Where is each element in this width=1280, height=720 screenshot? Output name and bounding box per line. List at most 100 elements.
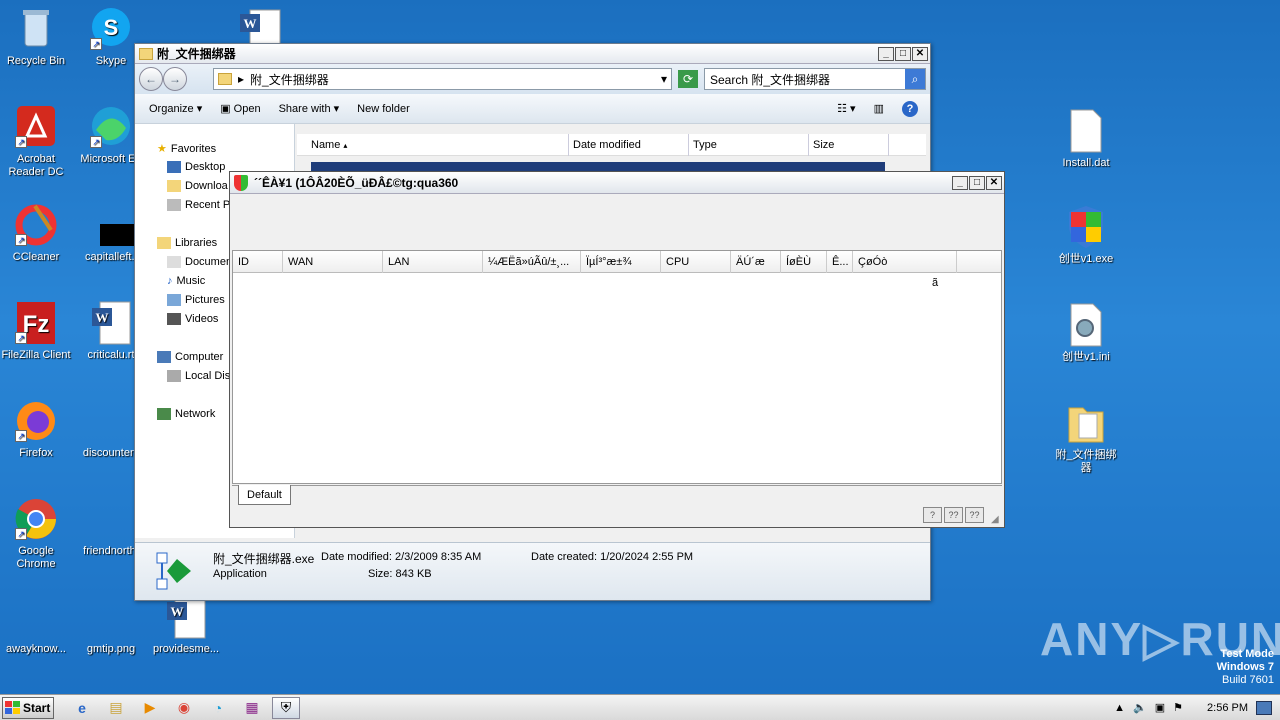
- nav-pictures[interactable]: Pictures: [167, 294, 225, 306]
- client-list-grid[interactable]: ID WAN LAN ¼ÆËã»úÃû/±¸... ÏµÍ³°æ±¾ CPU Ä…: [232, 250, 1002, 484]
- breadcrumb[interactable]: 附_文件捆绑器: [250, 71, 329, 88]
- desktop-icon-gmtip[interactable]: gmtip.png: [75, 594, 147, 656]
- preview-pane-icon[interactable]: ▥: [874, 102, 884, 115]
- tab-default[interactable]: Default: [238, 485, 291, 505]
- column-date-modified[interactable]: Date modified: [569, 134, 689, 156]
- explorer-icon[interactable]: ▤: [102, 697, 130, 719]
- settings-file-icon: [1063, 302, 1109, 348]
- desktop-icon-recycle-bin[interactable]: Recycle Bin: [0, 6, 72, 68]
- open-button[interactable]: ▣ Open: [220, 102, 260, 115]
- grid-column[interactable]: WAN: [283, 251, 383, 273]
- action-center-flag-icon[interactable]: ⚑: [1173, 701, 1183, 714]
- winrar-icon[interactable]: ▦: [238, 697, 266, 719]
- new-folder-button[interactable]: New folder: [357, 103, 410, 115]
- nav-favorites[interactable]: ★ Favorites: [157, 142, 216, 156]
- shield-app-icon[interactable]: ⛨: [272, 696, 300, 719]
- desktop-icon-providesme[interactable]: W providesme...: [150, 594, 222, 656]
- grid-column[interactable]: ÏµÍ³°æ±¾: [581, 251, 661, 273]
- svg-text:W: W: [96, 310, 109, 325]
- desktop-icon-acrobat[interactable]: ↗ Acrobat Reader DC: [0, 104, 72, 179]
- grid-column[interactable]: LAN: [383, 251, 483, 273]
- show-hidden-icons-icon[interactable]: ▲: [1114, 702, 1125, 714]
- resize-grip-icon[interactable]: ◢: [991, 514, 1003, 526]
- address-dropdown-icon[interactable]: ▾: [661, 72, 667, 86]
- file-icon: [88, 398, 134, 444]
- status-box: ??: [944, 507, 963, 523]
- volume-icon[interactable]: 🔈: [1133, 701, 1147, 714]
- desktop-icon-folder[interactable]: 附_文件捆绑器: [1050, 400, 1122, 475]
- grid-column[interactable]: ID: [233, 251, 283, 273]
- app-dialog-window[interactable]: ´´ÊÀ¥1 (1ÔÂ20ÈÕ_üÐÂ£©tg:qua360 _ □ ✕ ID …: [229, 171, 1005, 528]
- network-icon[interactable]: ▣: [1155, 701, 1165, 714]
- breadcrumb-chevron-icon[interactable]: ▸: [238, 72, 244, 86]
- view-options-icon[interactable]: ☷ ▾: [837, 102, 855, 115]
- word-doc-icon[interactable]: W: [238, 8, 284, 45]
- nav-music[interactable]: ♪ Music: [167, 275, 205, 287]
- address-bar[interactable]: ▸ 附_文件捆绑器 ▾: [213, 68, 672, 90]
- show-desktop-icon[interactable]: [1256, 700, 1272, 715]
- grid-column[interactable]: CPU: [661, 251, 731, 273]
- documents-icon: [167, 256, 181, 268]
- grid-column[interactable]: ÍøÈÙ: [781, 251, 827, 273]
- nav-network[interactable]: Network: [157, 408, 215, 420]
- date-created-value: 1/20/2024 2:55 PM: [600, 551, 694, 563]
- search-icon[interactable]: ⌕: [905, 69, 925, 89]
- grid-column[interactable]: ÇøÓò: [853, 251, 957, 273]
- column-size[interactable]: Size: [809, 134, 889, 156]
- nav-downloads[interactable]: Downloa: [167, 180, 228, 192]
- share-with-button[interactable]: Share with ▾: [279, 102, 340, 115]
- dialog-titlebar[interactable]: ´´ÊÀ¥1 (1ÔÂ20ÈÕ_üÐÂ£©tg:qua360 _ □ ✕: [230, 172, 1004, 194]
- status-box: ??: [965, 507, 984, 523]
- nav-videos[interactable]: Videos: [167, 313, 218, 325]
- maximize-button[interactable]: □: [895, 46, 911, 61]
- edge-icon[interactable]: ◔: [204, 697, 232, 719]
- column-type[interactable]: Type: [689, 134, 809, 156]
- size-value: 843 KB: [395, 568, 432, 580]
- firefox-icon: ↗: [13, 398, 59, 444]
- explorer-titlebar[interactable]: 附_文件捆绑器 _ □ ✕: [135, 44, 930, 64]
- desktop-icon-install-dat[interactable]: Install.dat: [1050, 108, 1122, 170]
- nav-libraries[interactable]: Libraries: [157, 237, 217, 249]
- videos-icon: [167, 313, 181, 325]
- minimize-button[interactable]: _: [878, 46, 894, 61]
- chrome-icon[interactable]: ◉: [170, 697, 198, 719]
- nav-computer[interactable]: Computer: [157, 351, 223, 363]
- desktop-icon-chuangshi-ini[interactable]: 创世v1.ini: [1050, 302, 1122, 364]
- start-label: Start: [23, 700, 51, 715]
- forward-button[interactable]: →: [163, 67, 187, 91]
- media-player-icon[interactable]: ▶: [136, 697, 164, 719]
- search-input[interactable]: Search 附_文件捆绑器 ⌕: [704, 68, 926, 90]
- windows-logo-icon: [5, 701, 20, 714]
- desktop-icon-filezilla[interactable]: Fz ↗ FileZilla Client: [0, 300, 72, 362]
- column-name[interactable]: Name ▴: [307, 134, 569, 156]
- address-row: ← → ▸ 附_文件捆绑器 ▾ ⟳ Search 附_文件捆绑器 ⌕: [135, 64, 930, 94]
- maximize-button[interactable]: □: [969, 175, 985, 190]
- desktop-icon-chuangshi-exe[interactable]: 创世v1.exe: [1050, 204, 1122, 266]
- word-doc-icon: W: [88, 300, 134, 346]
- nav-label: Desktop: [185, 161, 226, 173]
- desktop-icon-ccleaner[interactable]: ↗ CCleaner: [0, 202, 72, 264]
- refresh-icon[interactable]: ⟳: [678, 70, 698, 88]
- clock[interactable]: 2:56 PM: [1207, 702, 1248, 714]
- nav-desktop[interactable]: Desktop: [167, 161, 225, 173]
- file-icon: [13, 594, 59, 640]
- grid-column[interactable]: ÄÚ´æ: [731, 251, 781, 273]
- desktop-icon-awayknow[interactable]: awayknow...: [0, 594, 72, 656]
- close-button[interactable]: ✕: [912, 46, 928, 61]
- nav-label: Documen: [185, 256, 233, 268]
- organize-button[interactable]: Organize ▾: [149, 102, 202, 115]
- desktop-icon-chrome[interactable]: ↗ Google Chrome: [0, 496, 72, 571]
- libraries-icon: [157, 237, 171, 249]
- nav-documents[interactable]: Documen: [167, 256, 232, 268]
- back-button[interactable]: ←: [139, 67, 163, 91]
- ie-icon[interactable]: e: [68, 697, 96, 719]
- minimize-button[interactable]: _: [952, 175, 968, 190]
- help-icon[interactable]: ?: [902, 100, 918, 117]
- desktop-icon-firefox[interactable]: ↗ Firefox: [0, 398, 72, 460]
- grid-column[interactable]: ¼ÆËã»úÃû/±¸...: [483, 251, 581, 273]
- build-line: Build 7601: [1222, 674, 1274, 686]
- close-button[interactable]: ✕: [986, 175, 1002, 190]
- recycle-bin-icon: [13, 6, 59, 52]
- start-button[interactable]: Start: [2, 696, 54, 719]
- grid-column[interactable]: Ê...: [827, 251, 853, 273]
